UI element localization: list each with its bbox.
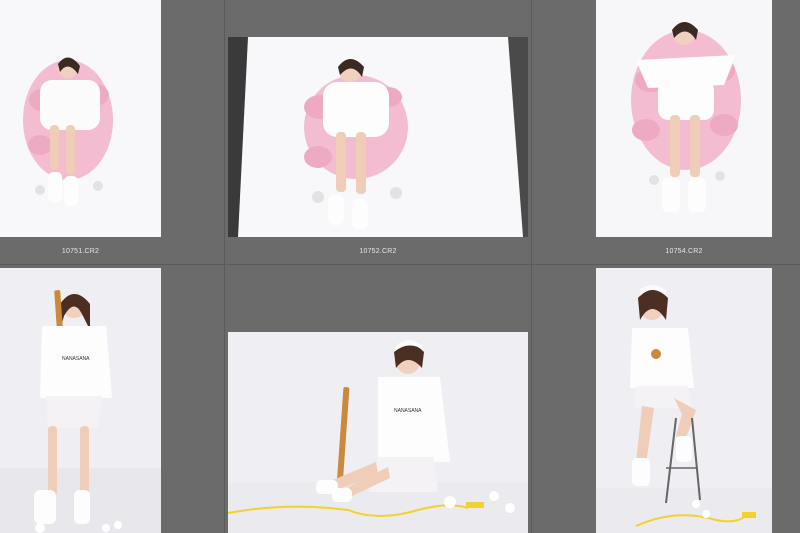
thumbnail-filename: 10751.CR2 [61,248,100,255]
photo-image [596,285,772,533]
thumbnail-cell-5[interactable]: NANASANA [225,265,531,533]
photo-image: NANASANA [228,340,528,533]
thumbnail-cell-4[interactable]: NANASANA [0,265,224,533]
thumbnail-grid: 10751.CR2 10752.CR2 10754.CR2 NANASANA N… [0,0,800,533]
photo-thumbnail[interactable]: NANASANA [0,268,161,533]
photo-image: NANASANA [0,290,161,533]
thumbnail-cell-1[interactable]: 10751.CR2 [0,0,224,264]
svg-text:NANASANA: NANASANA [394,408,422,414]
photo-thumbnail[interactable] [596,0,772,237]
photo-image [23,57,113,206]
photo-image [228,37,528,237]
svg-text:NANASANA: NANASANA [62,356,90,362]
thumbnail-cell-6[interactable] [532,265,800,533]
photo-thumbnail[interactable] [596,268,772,533]
photo-thumbnail[interactable]: NANASANA [228,332,528,533]
thumbnail-cell-2[interactable]: 10752.CR2 [225,0,531,264]
photo-thumbnail[interactable] [0,0,161,237]
thumbnail-filename: 10754.CR2 [665,248,703,255]
thumbnail-filename: 10752.CR2 [359,248,397,255]
thumbnail-cell-3[interactable]: 10754.CR2 [532,0,800,264]
photo-thumbnail[interactable] [228,37,528,237]
photo-image [631,22,741,212]
